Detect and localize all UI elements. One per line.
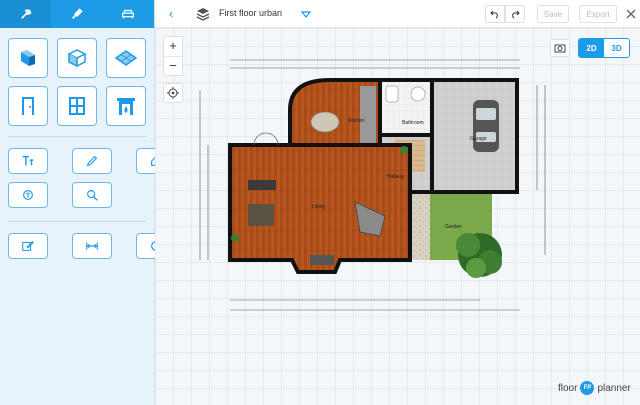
armchair-icon [122, 9, 135, 19]
symbol-icon [23, 190, 33, 200]
brand-left: floor [558, 382, 578, 394]
redo-icon [512, 10, 520, 19]
close-icon[interactable] [624, 7, 638, 21]
window-icon [69, 97, 85, 115]
bathroom-label: Bathroom [402, 120, 424, 126]
garden-path [412, 192, 430, 260]
paint-brush-icon [71, 8, 83, 19]
garden-label: Garden [445, 224, 462, 230]
garden-tree [456, 233, 502, 278]
door-icon [22, 97, 34, 115]
garage-label: Garage [470, 136, 487, 142]
pencil-icon [86, 155, 98, 167]
back-chevron-icon[interactable]: ‹ [163, 6, 179, 22]
zoom-out-button[interactable]: − [164, 56, 182, 75]
room-box-icon [67, 49, 87, 68]
edit-icon [22, 240, 34, 251]
fireplace-icon [117, 98, 135, 115]
wall-tool-button[interactable] [8, 38, 48, 78]
undo-button[interactable] [485, 5, 505, 23]
redo-button[interactable] [505, 5, 525, 23]
view-2d-button[interactable]: 2D [579, 39, 604, 57]
text-tool-icon [22, 155, 34, 166]
view-mode-toggle: 2D 3D [578, 38, 630, 58]
floorplanner-logo: floor FP planner [558, 381, 631, 395]
fireplace-tool-button[interactable] [106, 86, 146, 126]
export-button[interactable]: Export [579, 5, 617, 23]
living-label: Living [312, 204, 325, 210]
window-tool-button[interactable] [57, 86, 97, 126]
room-tool-button[interactable] [57, 38, 97, 78]
hammer-icon [20, 9, 32, 19]
floor-tile-icon [114, 50, 138, 66]
panel-tabs [0, 0, 154, 28]
tab-paint[interactable] [51, 0, 102, 28]
tab-build[interactable] [0, 0, 52, 28]
measure-button[interactable] [72, 233, 112, 259]
floor-name[interactable]: First floor urban [219, 8, 282, 18]
floor-dropdown-icon[interactable] [301, 9, 311, 19]
brand-right: planner [597, 382, 631, 394]
symbol-tool-button[interactable] [8, 182, 48, 208]
recenter-button[interactable] [163, 83, 183, 103]
kitchen-label: Kitchen [348, 118, 365, 124]
undo-icon [490, 10, 498, 19]
dimension-tool-button[interactable] [72, 182, 112, 208]
save-button[interactable]: Save [537, 5, 569, 23]
door-tool-button[interactable] [8, 86, 48, 126]
measure-icon [86, 242, 98, 250]
top-bar: ‹ First floor urban Save Export [155, 0, 640, 28]
tab-furniture[interactable] [103, 0, 154, 28]
wall-panel-icon [21, 50, 35, 66]
view-3d-button[interactable]: 3D [604, 39, 629, 57]
crosshair-icon [167, 87, 179, 99]
panel-divider [8, 136, 146, 137]
zoom-control: + − [163, 36, 183, 76]
floor-tool-button[interactable] [106, 38, 146, 78]
left-panel [0, 0, 176, 405]
floor-plan[interactable]: Kitchen Bathroom Garage Hallway Living G… [190, 50, 560, 320]
edit-button[interactable] [8, 233, 48, 259]
brand-logo-icon: FP [580, 381, 595, 395]
hallway-label: Hallway [387, 174, 405, 180]
panel-divider [8, 221, 146, 222]
zoom-in-button[interactable]: + [164, 37, 182, 56]
draw-tool-button[interactable] [72, 148, 112, 174]
dimension-search-icon [87, 190, 98, 201]
layers-icon [196, 8, 210, 21]
text-tool-button[interactable] [8, 148, 48, 174]
car-icon [473, 100, 499, 152]
